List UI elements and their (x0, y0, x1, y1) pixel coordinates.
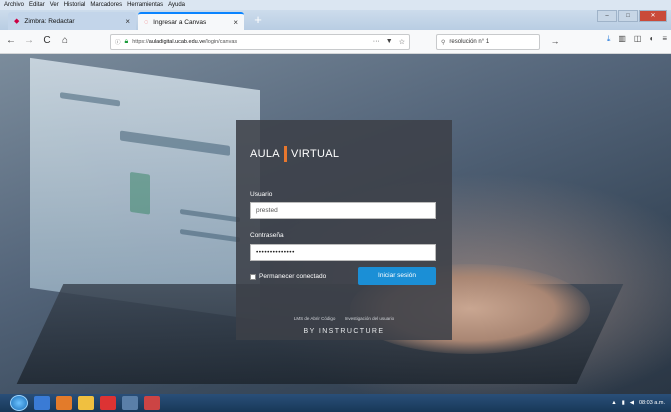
login-button[interactable]: Iniciar sesión (358, 267, 436, 285)
remember-me-checkbox[interactable]: Permanecer conectado (250, 273, 326, 280)
tab-zimbra[interactable]: ◆ Zimbra: Redactar × (8, 12, 136, 30)
firefox-icon[interactable] (56, 396, 72, 410)
url-bar[interactable]: ⓘ 🔒︎ https://auladigital.ucab.edu.ve/log… (110, 34, 410, 50)
pocket-icon[interactable]: ▼ (386, 38, 393, 46)
menu-herramientas[interactable]: Herramientas (127, 2, 163, 8)
url-text: https://auladigital.ucab.edu.ve/login/ca… (132, 39, 238, 45)
network-icon[interactable]: ▮ (622, 400, 625, 406)
download-icon[interactable]: ⤓ (607, 34, 611, 44)
user-research-link[interactable]: Investigación del usuario (345, 316, 395, 321)
navigation-bar: ← → C ⌂ ⓘ 🔒︎ https://auladigital.ucab.ed… (0, 30, 671, 54)
page-actions-button[interactable]: ··· (373, 38, 380, 46)
open-source-lms-link[interactable]: LMS de Abrir Código (294, 316, 336, 321)
zimbra-icon: ◆ (14, 18, 20, 25)
explorer-icon[interactable] (78, 396, 94, 410)
bookmark-star-icon[interactable]: ☆ (399, 38, 405, 46)
info-icon[interactable]: ⓘ (115, 38, 121, 46)
menu-bar: Archivo Editar Ver Historial Marcadores … (0, 0, 671, 10)
tab-title: Zimbra: Redactar (24, 17, 75, 25)
menu-historial[interactable]: Historial (64, 2, 86, 8)
minimize-button[interactable]: – (597, 10, 617, 22)
window-close-button[interactable]: ✕ (639, 10, 667, 22)
login-card: AULA VIRTUAL Usuario prested Contraseña … (236, 120, 452, 340)
tray-arrow-icon[interactable]: ▲ (611, 400, 616, 406)
forward-button[interactable]: → (22, 34, 36, 48)
background-laptop-screen (30, 57, 260, 321)
page-content: AULA VIRTUAL Usuario prested Contraseña … (0, 54, 671, 394)
app-icon[interactable] (122, 396, 138, 410)
password-field[interactable]: •••••••••••••• (250, 244, 436, 261)
pdf-icon[interactable] (144, 396, 160, 410)
footer-links: LMS de Abrir Código Investigación del us… (236, 316, 452, 321)
system-tray: ▲ ▮ ◀ 08:03 a.m. (611, 400, 671, 406)
sidebar-icon[interactable]: ◫ (634, 34, 642, 44)
search-go-button[interactable]: → (548, 34, 562, 48)
extension-icon[interactable]: ◐ (649, 34, 654, 44)
tab-strip: ◆ Zimbra: Redactar × ◌ Ingresar a Canvas… (0, 10, 671, 30)
password-label: Contraseña (250, 232, 284, 239)
menu-ver[interactable]: Ver (50, 2, 59, 8)
username-label: Usuario (250, 191, 273, 198)
volume-icon[interactable]: ◀ (630, 400, 634, 406)
remember-me-label: Permanecer conectado (259, 273, 327, 280)
window-controls: – □ ✕ (597, 10, 667, 22)
tab-title: Ingresar a Canvas (153, 18, 207, 26)
taskbar: ▲ ▮ ◀ 08:03 a.m. (0, 394, 671, 412)
menu-marcadores[interactable]: Marcadores (90, 2, 122, 8)
menu-ayuda[interactable]: Ayuda (168, 2, 185, 8)
clock[interactable]: 08:03 a.m. (639, 400, 665, 406)
media-icon[interactable] (100, 396, 116, 410)
start-button[interactable] (10, 395, 28, 411)
ie-icon[interactable] (34, 396, 50, 410)
instructure-branding: BY INSTRUCTURE (303, 328, 385, 335)
tab-close-button[interactable]: × (233, 18, 238, 27)
home-button[interactable]: ⌂ (58, 34, 72, 48)
library-icon[interactable]: ▥ (618, 34, 626, 44)
username-field[interactable]: prested (250, 202, 436, 219)
maximize-button[interactable]: □ (618, 10, 638, 22)
lock-icon: 🔒︎ (124, 38, 129, 45)
menu-editar[interactable]: Editar (29, 2, 45, 8)
search-input[interactable]: ⚲ resolución n° 1 (436, 34, 540, 50)
tab-close-button[interactable]: × (125, 17, 130, 26)
reload-button[interactable]: C (40, 34, 54, 48)
search-icon: ⚲ (441, 39, 446, 46)
canvas-icon: ◌ (144, 18, 149, 26)
tab-canvas[interactable]: ◌ Ingresar a Canvas × (138, 12, 244, 30)
menu-icon[interactable]: ≡ (662, 34, 667, 44)
menu-archivo[interactable]: Archivo (4, 2, 24, 8)
checkbox-box[interactable] (250, 273, 256, 280)
search-value: resolución n° 1 (449, 39, 490, 45)
aula-virtual-logo: AULA VIRTUAL (250, 146, 340, 162)
toolbar-icons: ⤓ ▥ ◫ ◐ ≡ (607, 34, 667, 44)
new-tab-button[interactable]: + (249, 12, 267, 28)
back-button[interactable]: ← (4, 34, 18, 48)
